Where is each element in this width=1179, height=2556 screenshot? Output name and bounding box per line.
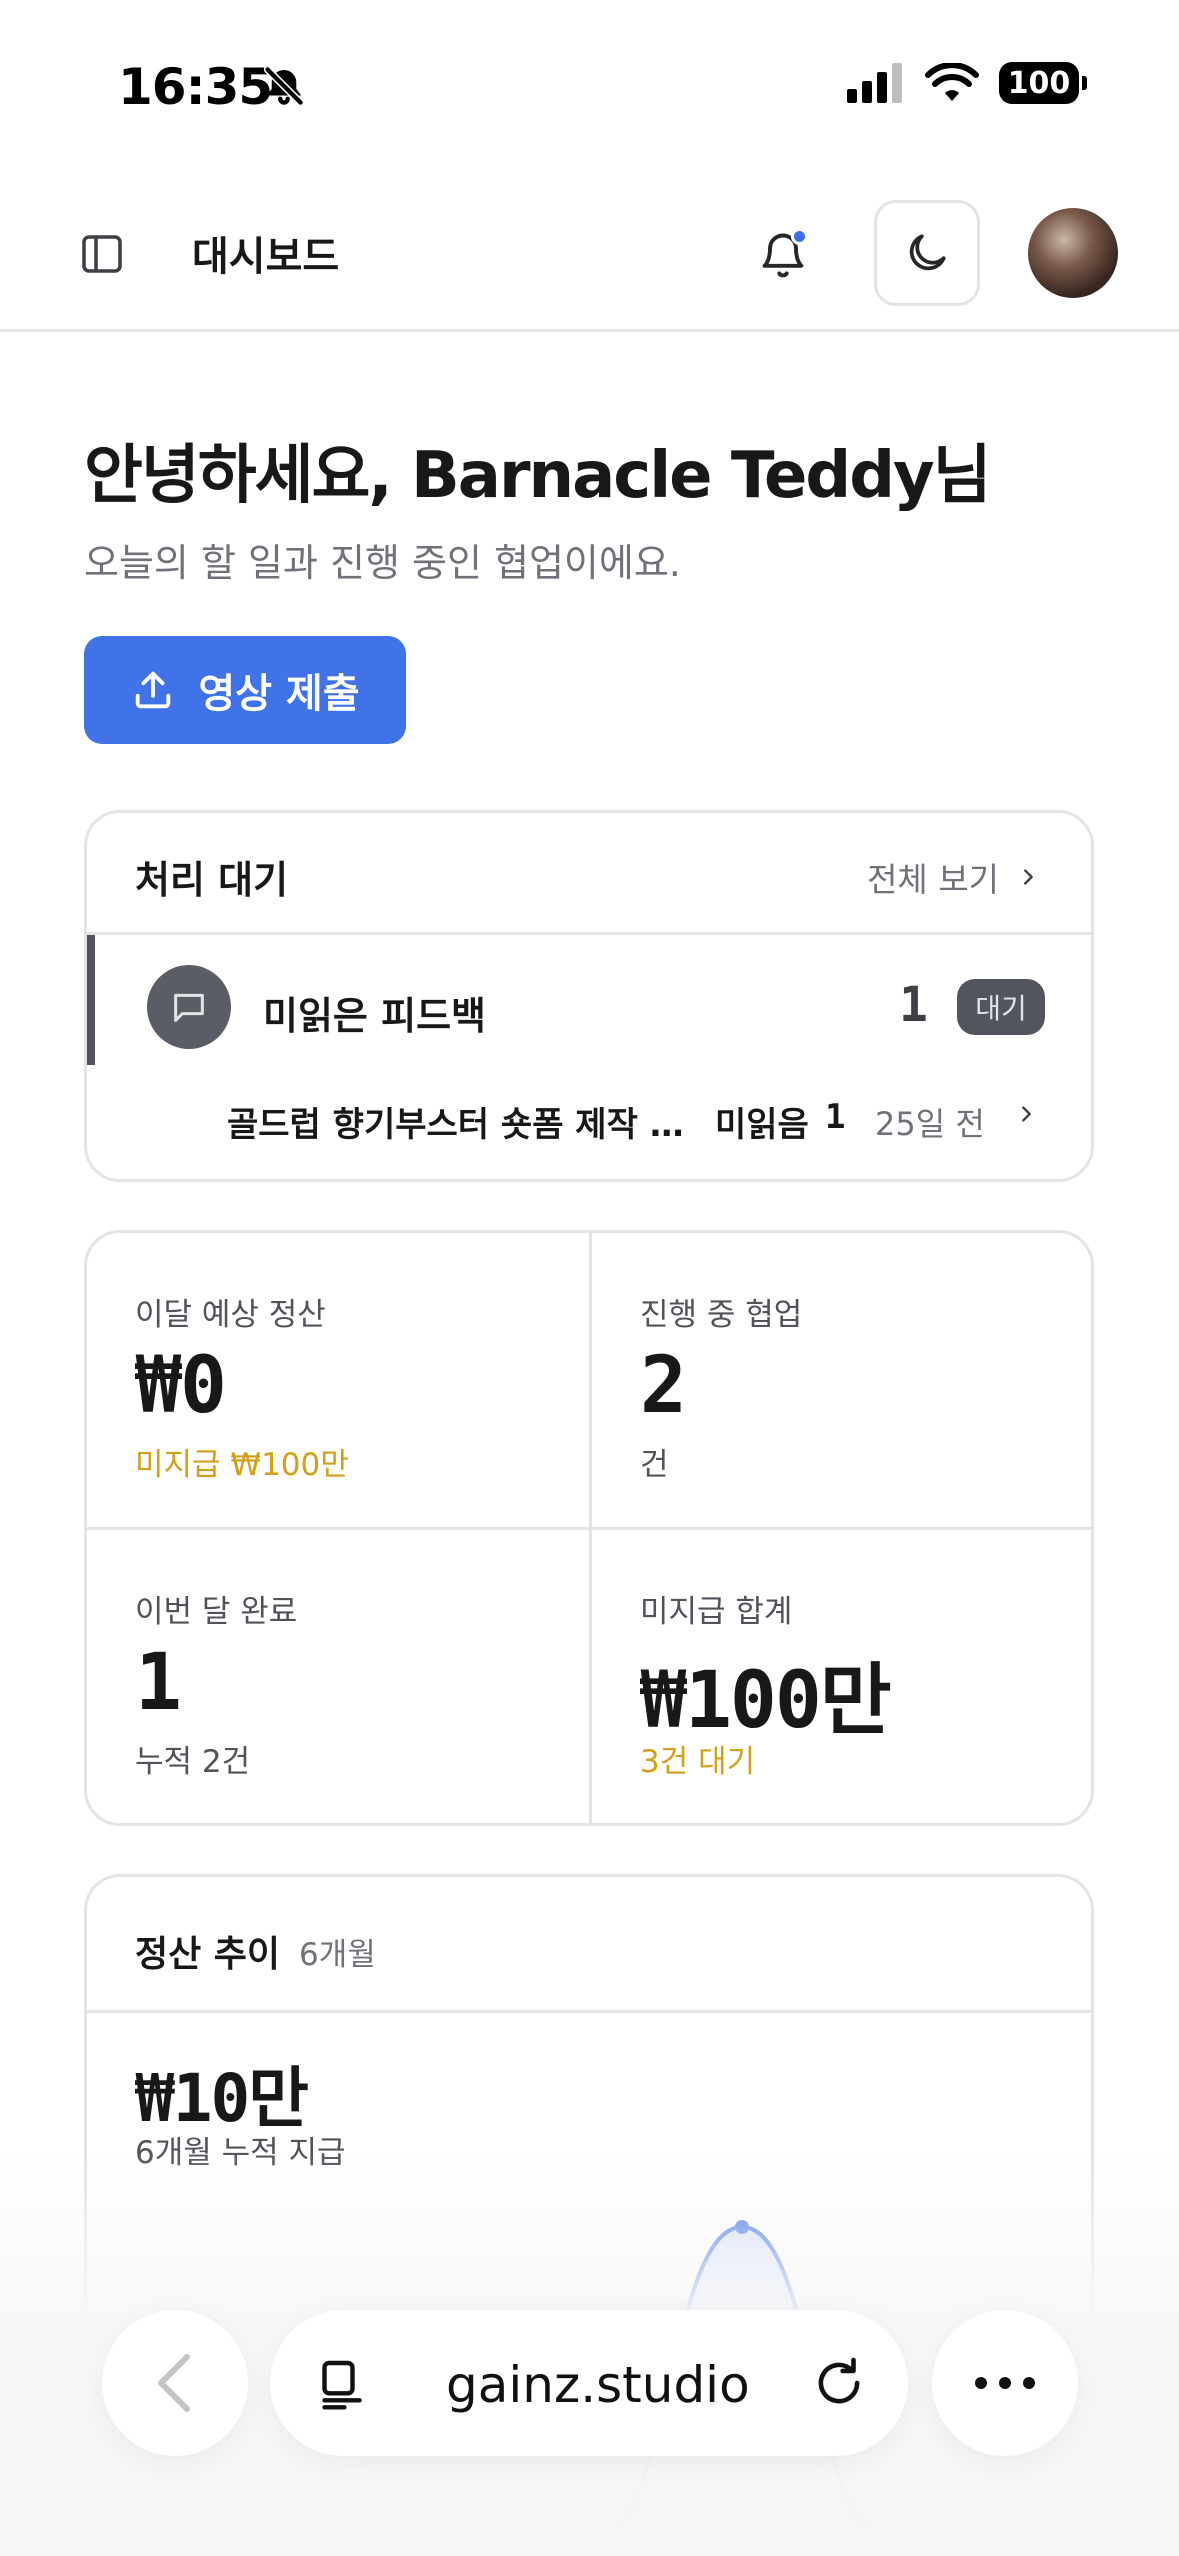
browser-more-button[interactable] [932, 2310, 1078, 2456]
status-time: 16:35 [118, 58, 273, 116]
browser-back-button[interactable] [102, 2310, 248, 2456]
submit-video-label: 영상 제출 [198, 671, 360, 717]
battery-indicator: 100 [999, 62, 1087, 104]
app-header: 대시보드 [0, 200, 1179, 332]
stat-value: ₩100만 [640, 1656, 892, 1746]
stat-value: 2 [640, 1341, 687, 1431]
stats-card: 이달 예상 정산 ₩0 미지급 ₩100만 진행 중 협업 2 건 이번 달 완… [84, 1230, 1094, 1826]
more-dots-icon [975, 2377, 1035, 2389]
pending-group-unread-feedback[interactable]: 미읽은 피드백 1 대기 [87, 935, 1091, 1073]
stat-label: 진행 중 협업 [640, 1297, 803, 1333]
browser-url: gainz.studio [446, 2356, 750, 2414]
chevron-right-icon [1022, 1106, 1031, 1122]
stat-sub: 건 [640, 1447, 669, 1483]
stat-value: 1 [135, 1638, 182, 1728]
bell-off-icon [263, 65, 305, 107]
pending-item-unread-count: 1 [825, 1097, 846, 1137]
browser-address-bar[interactable]: gainz.studio [270, 2310, 908, 2456]
notifications-button[interactable] [752, 224, 814, 286]
pending-group-label: 미읽은 피드백 [263, 994, 486, 1038]
stat-active-collabs[interactable]: 진행 중 협업 2 건 [592, 1233, 1091, 1530]
pending-item[interactable]: 골드럽 향기부스터 숏폼 제작 … 미읽음 1 25일 전 [87, 1091, 1091, 1151]
pending-item-title: 골드럽 향기부스터 숏폼 제작 … [227, 1105, 684, 1145]
stat-unpaid-total[interactable]: 미지급 합계 ₩100만 3건 대기 [592, 1530, 1091, 1823]
trend-range: 6개월 [299, 1937, 376, 1973]
status-indicators: 100 [847, 62, 1087, 104]
chevron-left-icon [158, 2354, 190, 2412]
pending-item-time: 25일 전 [875, 1105, 985, 1143]
stat-sub: 미지급 ₩100만 [135, 1447, 349, 1483]
cellular-signal-icon [847, 63, 902, 103]
stat-expected-settlement[interactable]: 이달 예상 정산 ₩0 미지급 ₩100만 [87, 1233, 592, 1530]
message-square-icon [147, 965, 231, 1049]
submit-video-button[interactable]: 영상 제출 [84, 636, 406, 744]
stat-label: 미지급 합계 [640, 1594, 793, 1630]
stat-sub: 누적 2건 [135, 1744, 251, 1780]
stat-completed-this-month[interactable]: 이번 달 완료 1 누적 2건 [87, 1530, 592, 1823]
pending-card: 처리 대기 전체 보기 미읽은 피드백 1 대기 골드럽 향기부스터 숏폼 제작… [84, 810, 1094, 1182]
trend-card-header: 정산 추이 6개월 [87, 1877, 1091, 2013]
stat-label: 이번 달 완료 [135, 1594, 298, 1630]
trend-title: 정산 추이 [135, 1934, 281, 1975]
page-title: 대시보드 [192, 234, 340, 280]
sidebar-panel-icon [82, 235, 122, 273]
pending-title: 처리 대기 [135, 858, 289, 902]
stat-label: 이달 예상 정산 [135, 1297, 326, 1333]
theme-toggle-button[interactable] [874, 200, 980, 306]
view-all-label: 전체 보기 [867, 860, 999, 899]
wifi-icon [925, 63, 979, 101]
stat-sub: 3건 대기 [640, 1744, 756, 1780]
sidebar-toggle-button[interactable] [74, 226, 130, 282]
greeting-title: 안녕하세요, Barnacle Teddy님 [84, 439, 992, 513]
avatar[interactable] [1028, 208, 1118, 298]
notification-dot [791, 228, 808, 245]
status-badge: 대기 [957, 979, 1045, 1035]
reader-mode-icon [322, 2360, 362, 2410]
view-all-link[interactable]: 전체 보기 [867, 853, 1039, 901]
chevron-right-icon [1024, 869, 1033, 885]
pending-group-count: 1 [899, 977, 928, 1033]
pending-card-header: 처리 대기 전체 보기 [87, 813, 1091, 935]
pending-accent-bar [87, 935, 95, 1065]
moon-icon [909, 234, 946, 271]
upload-icon [136, 671, 171, 709]
status-bar: 16:35 100 [0, 0, 1179, 170]
stat-value: ₩0 [135, 1341, 227, 1431]
pending-item-unread-label: 미읽음 [715, 1105, 809, 1145]
reload-icon[interactable] [810, 2354, 868, 2412]
greeting-subtitle: 오늘의 할 일과 진행 중인 협업이에요. [84, 541, 681, 585]
